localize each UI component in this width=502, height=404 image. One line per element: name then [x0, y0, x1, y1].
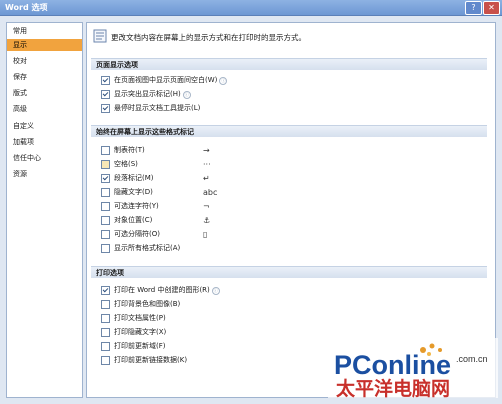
- checkbox[interactable]: [101, 104, 110, 113]
- anchor-icon: ⚓: [203, 216, 211, 225]
- sidebar-item-proofing[interactable]: 校对: [7, 55, 82, 67]
- tab-mark-icon: →: [203, 146, 210, 155]
- option-label: 对象位置(C): [114, 216, 153, 224]
- checkbox[interactable]: [101, 90, 110, 99]
- option-label: 显示所有格式标记(A): [114, 244, 181, 252]
- info-icon: ⓘ: [219, 77, 228, 85]
- checkbox[interactable]: [101, 356, 110, 365]
- checkbox[interactable]: [101, 174, 110, 183]
- sidebar-item-advanced[interactable]: 高级: [7, 103, 82, 115]
- checkbox[interactable]: [101, 202, 110, 211]
- window-title: Word 选项: [5, 3, 48, 12]
- checkbox[interactable]: [101, 286, 110, 295]
- checkbox[interactable]: [101, 216, 110, 225]
- sidebar-item-common[interactable]: 常用: [7, 25, 82, 37]
- checkbox[interactable]: [101, 146, 110, 155]
- sidebar-item-layout[interactable]: 版式: [7, 87, 82, 99]
- option-label: 打印前更新链接数据(K): [114, 356, 188, 364]
- option-label: 悬停时显示文档工具提示(L): [114, 104, 201, 112]
- sidebar-item-addins[interactable]: 加载项: [7, 136, 82, 148]
- space-mark-icon: ···: [203, 160, 211, 169]
- option-label: 打印背景色和图像(B): [114, 300, 181, 308]
- title-bar: Word 选项 ? ✕: [0, 0, 502, 16]
- option-label: 可选分隔符(O): [114, 230, 160, 238]
- info-icon: ⓘ: [182, 91, 191, 99]
- close-button[interactable]: ✕: [483, 1, 500, 15]
- sidebar-item-display[interactable]: 显示: [7, 39, 82, 51]
- option-label: 打印文档属性(P): [114, 314, 166, 322]
- checkbox[interactable]: [101, 314, 110, 323]
- break-mark-icon: ▯: [203, 230, 208, 239]
- checkbox[interactable]: [101, 188, 110, 197]
- section-header-page-display: 页面显示选项: [91, 58, 487, 70]
- help-button[interactable]: ?: [465, 1, 482, 15]
- watermark-cn: 太平洋电脑网: [336, 377, 450, 398]
- sidebar-item-resources[interactable]: 资源: [7, 168, 82, 180]
- option-label: 可选连字符(Y): [114, 202, 159, 210]
- sidebar-item-customize[interactable]: 自定义: [7, 120, 82, 132]
- section-header-formatting-marks: 始终在屏幕上显示这些格式标记: [91, 125, 487, 137]
- pconline-watermark: PConline .com.cn 太平洋电脑网: [328, 338, 498, 398]
- checkbox[interactable]: [101, 342, 110, 351]
- option-label: 打印在 Word 中创建的图形(R): [114, 286, 210, 294]
- option-label: 段落标记(M): [114, 174, 154, 182]
- info-icon: ⓘ: [211, 287, 220, 295]
- sidebar: 常用 显示 校对 保存 版式 高级 自定义 加载项 信任中心 资源: [6, 22, 83, 398]
- hidden-text-mark-icon: abc: [203, 188, 218, 197]
- option-label: 打印前更新域(F): [114, 342, 166, 350]
- option-label: 打印隐藏文字(X): [114, 328, 167, 336]
- sidebar-item-trust-center[interactable]: 信任中心: [7, 152, 82, 164]
- option-label: 在页面视图中显示页面间空白(W): [114, 76, 218, 84]
- section-header-print-options: 打印选项: [91, 266, 487, 278]
- checkbox[interactable]: [101, 244, 110, 253]
- intro-text: 更改文档内容在屏幕上的显示方式和在打印时的显示方式。: [111, 33, 306, 42]
- checkbox[interactable]: [101, 160, 110, 169]
- option-label: 隐藏文字(D): [114, 188, 153, 196]
- option-label: 空格(S): [114, 160, 138, 168]
- checkbox[interactable]: [101, 76, 110, 85]
- checkbox[interactable]: [101, 328, 110, 337]
- checkbox[interactable]: [101, 230, 110, 239]
- watermark-domain: .com.cn: [456, 354, 488, 364]
- sidebar-item-save[interactable]: 保存: [7, 71, 82, 83]
- checkbox[interactable]: [101, 300, 110, 309]
- option-label: 显示突出显示标记(H): [114, 90, 181, 98]
- paragraph-mark-icon: ↵: [203, 174, 210, 183]
- hyphen-mark-icon: ¬: [203, 202, 210, 211]
- watermark-brand: PConline: [334, 350, 451, 380]
- display-settings-icon: [93, 29, 107, 43]
- option-label: 制表符(T): [114, 146, 145, 154]
